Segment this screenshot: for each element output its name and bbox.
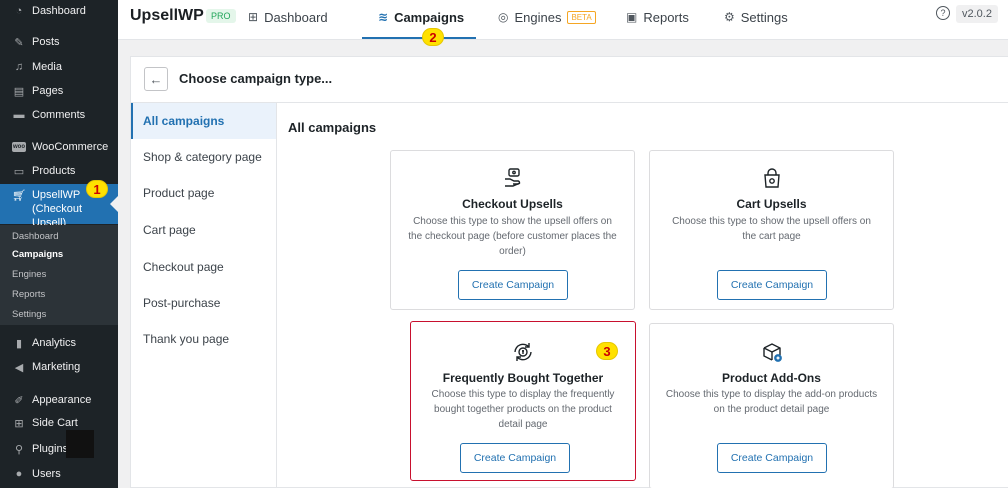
card-title: Product Add-Ons [722,371,821,385]
category-post-purchase[interactable]: Post-purchase [131,285,276,321]
sidebar-item-side-cart[interactable]: ⊞ Side Cart [0,412,118,434]
comment-icon: ▬ [13,109,25,121]
beta-badge: BETA [567,10,596,24]
sidebar-item-dashboard[interactable]: ◔ Dashboard [0,0,118,22]
engine-icon: ◎ [498,10,509,24]
sidebar-item-marketing[interactable]: ◀ Marketing [0,356,118,378]
upsellwp-submenu: Dashboard Campaigns Engines Reports Sett… [0,225,118,325]
dashboard-icon: ◔ [15,5,23,17]
card-description: Choose this type to display the add-on p… [665,389,878,415]
create-campaign-button[interactable]: Create Campaign [460,443,570,473]
sidebar-item-users[interactable]: ● Users [0,463,118,485]
plugin-topbar: UpsellWP PRO ⊞ Dashboard ≋ Campaigns ◎ Engi… [118,0,1008,40]
back-button[interactable]: ← [144,67,168,91]
version-badge: v2.0.2 [956,5,998,23]
create-campaign-button[interactable]: Create Campaign [717,443,827,473]
annotation-badge-3: 3 [596,342,618,360]
create-campaign-button[interactable]: Create Campaign [717,270,827,300]
sidebar-item-media[interactable]: ♫ Media [0,56,118,78]
submenu-dashboard[interactable]: Dashboard [12,227,58,245]
category-checkout-page[interactable]: Checkout page [131,249,276,285]
bar-chart-icon: ▮ [15,337,23,350]
cart-icon: ⊞ [14,417,24,430]
category-product-page[interactable]: Product page [131,175,276,211]
sidebar-item-analytics[interactable]: ▮ Analytics [0,332,118,354]
app-window: ◔ Dashboard ✎ Posts ♫ Media ▤ Pages ▬ Comment… [0,0,1008,488]
card-description: Choose this type to show the upsell offe… [408,216,617,257]
card-checkout-upsells: Checkout Upsells Choose this type to sho… [390,150,635,310]
sidebar-item-woocommerce[interactable]: woo WooCommerce [0,136,118,158]
tab-dashboard[interactable]: ⊞ Dashboard [248,8,328,26]
card-title: Frequently Bought Together [442,371,604,385]
sidebar-item-products[interactable]: ▭ Products [0,160,118,182]
tab-reports[interactable]: ▣ Reports [626,8,689,26]
pin-icon: ✎ [14,36,24,49]
page-title: Choose campaign type... [179,71,333,86]
plug-icon: ⚲ [14,443,24,456]
gear-icon: ⚙ [724,10,735,24]
brand-name: UpsellWP [130,7,204,24]
hand-coin-icon [391,167,634,189]
card-title: Checkout Upsells [462,197,563,211]
card-title: Cart Upsells [736,197,807,211]
category-shop-category[interactable]: Shop & category page [131,139,276,175]
card-cart-upsells: Cart Upsells Choose this type to show th… [649,150,894,310]
redacted-block [66,430,94,458]
campaign-type-panel: ← Choose campaign type... All campaigns … [130,56,1008,488]
media-icon: ♫ [14,61,24,73]
category-cart-page[interactable]: Cart page [131,212,276,248]
brush-icon: ✐ [14,394,24,407]
submenu-settings[interactable]: Settings [12,305,46,323]
card-description: Choose this type to display the frequent… [431,389,615,430]
submenu-reports[interactable]: Reports [12,285,45,303]
active-tab-indicator [362,37,476,39]
sidebar-item-plugins[interactable]: ⚲ Plugins [0,438,118,460]
wp-admin-sidebar: ◔ Dashboard ✎ Posts ♫ Media ▤ Pages ▬ Comment… [0,0,118,488]
tab-engines[interactable]: ◎ Engines BETA [498,8,596,26]
card-product-add-ons: Product Add-Ons Choose this type to disp… [649,323,894,488]
submenu-engines[interactable]: Engines [12,265,46,283]
pro-badge: PRO [206,9,236,23]
woo-icon: woo [12,142,26,152]
category-thank-you-page[interactable]: Thank you page [131,321,276,357]
create-campaign-button[interactable]: Create Campaign [458,270,568,300]
bag-icon [650,167,893,189]
current-menu-arrow [110,196,118,212]
card-description: Choose this type to show the upsell offe… [672,216,871,242]
page-icon: ▤ [13,85,25,98]
section-title: All campaigns [288,120,377,135]
grid-icon: ⊞ [248,10,259,24]
user-icon: ● [15,468,23,480]
tab-settings[interactable]: ⚙ Settings [724,8,788,26]
help-icon[interactable]: ? [936,6,950,20]
reports-icon: ▣ [626,10,638,24]
sidebar-item-comments[interactable]: ▬ Comments [0,104,118,126]
sidebar-item-posts[interactable]: ✎ Posts [0,31,118,53]
layers-icon: ≋ [378,10,389,24]
annotation-badge-2: 2 [422,28,444,46]
sidebar-item-appearance[interactable]: ✐ Appearance [0,389,118,411]
archive-icon: ▭ [13,165,25,178]
sidebar-item-pages[interactable]: ▤ Pages [0,80,118,102]
tab-campaigns[interactable]: ≋ Campaigns [378,8,464,26]
megaphone-icon: ◀ [14,361,24,374]
annotation-badge-1: 1 [86,180,108,198]
panel-header: ← Choose campaign type... [131,57,1008,103]
category-list: All campaigns Shop & category page Produ… [131,103,277,488]
category-all-campaigns[interactable]: All campaigns [131,103,276,139]
box-plus-icon [650,341,893,363]
submenu-campaigns[interactable]: Campaigns [12,245,63,263]
cart-icon: 🛒︎ [12,189,26,202]
